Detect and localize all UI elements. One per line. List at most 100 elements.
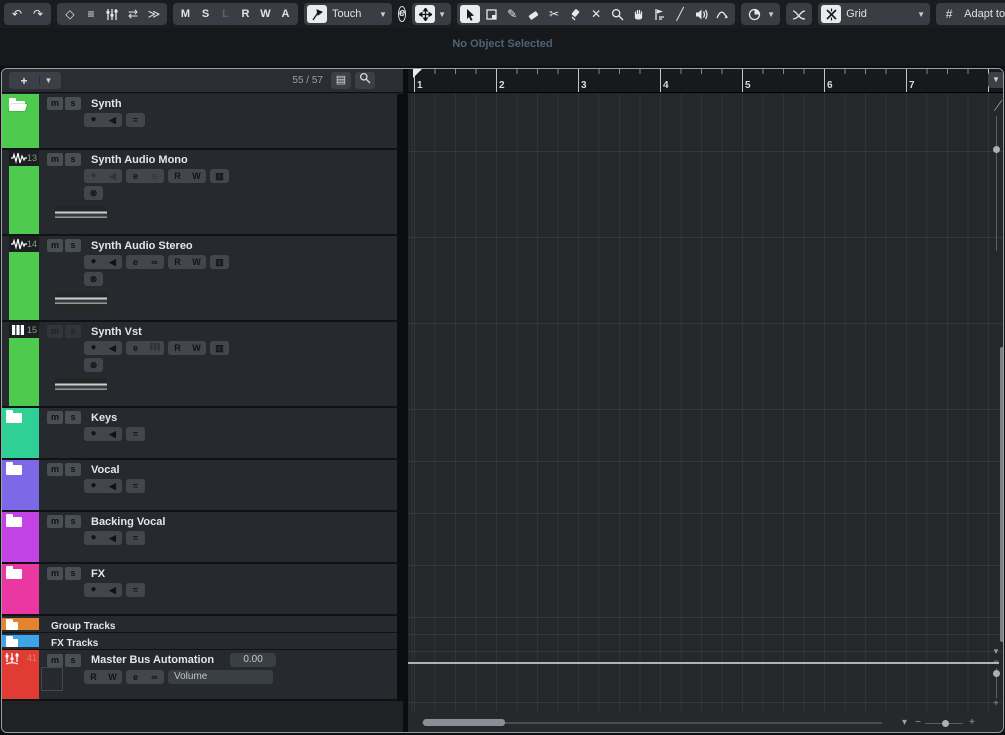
- solo-button[interactable]: s: [65, 153, 81, 166]
- snap-type-value[interactable]: Grid: [842, 8, 914, 20]
- horizontal-zoom-out-icon[interactable]: −: [915, 717, 921, 728]
- edit-instrument-button[interactable]: [145, 341, 164, 355]
- inserts-state-button[interactable]: ⊗: [84, 186, 103, 200]
- automation-curve[interactable]: [408, 662, 999, 664]
- erase-tool[interactable]: [523, 5, 543, 23]
- skip-icon[interactable]: ≫: [144, 5, 164, 23]
- expand-tracks-icon[interactable]: ⇄: [123, 5, 143, 23]
- channel-strip-button[interactable]: =: [126, 531, 145, 545]
- solo-button[interactable]: s: [65, 653, 81, 667]
- mute-button[interactable]: m: [47, 325, 63, 338]
- track-name[interactable]: Vocal: [91, 464, 120, 476]
- track-name[interactable]: Synth Audio Stereo: [91, 240, 193, 252]
- object-selection-tool[interactable]: [460, 5, 481, 23]
- mute-tool[interactable]: ✕: [586, 5, 606, 23]
- track-row-fx-tracks[interactable]: FX Tracks: [2, 633, 403, 650]
- line-tool[interactable]: ╱: [670, 5, 690, 23]
- project-cursor-flag[interactable]: [413, 69, 422, 78]
- suspend-automation-button[interactable]: A: [276, 8, 295, 20]
- listen-button[interactable]: L: [216, 8, 235, 20]
- edit-channel-button[interactable]: e: [126, 169, 145, 183]
- inserts-state-button[interactable]: ⊗: [84, 358, 103, 372]
- channel-strip-button[interactable]: =: [126, 479, 145, 493]
- glue-tool[interactable]: [565, 5, 585, 23]
- monitor-button[interactable]: ◀: [103, 255, 122, 269]
- track-row-vocal[interactable]: m s Vocal ● ◀ =: [2, 460, 403, 512]
- track-name[interactable]: Synth Vst: [91, 326, 142, 338]
- track-row-synth-audio-mono[interactable]: 13 m s Synth Audio Mono ● ◀ eo RW ▥ ⊗: [2, 150, 403, 236]
- horizontal-scrollbar-thumb[interactable]: [423, 719, 505, 726]
- waveform-zoom-slider[interactable]: [996, 116, 997, 251]
- record-enable-button[interactable]: ●: [84, 113, 103, 127]
- color-tool-icon[interactable]: [744, 5, 764, 23]
- read-automation-button[interactable]: R: [84, 670, 103, 684]
- mute-button[interactable]: m: [47, 411, 63, 424]
- automation-mode-dropdown-icon[interactable]: ▼: [377, 10, 389, 19]
- record-enable-button[interactable]: ●: [84, 479, 103, 493]
- solo-button[interactable]: s: [65, 325, 81, 338]
- track-name[interactable]: Keys: [91, 412, 117, 424]
- range-selection-tool[interactable]: [481, 5, 501, 23]
- automation-value-field[interactable]: 0.00: [230, 653, 277, 667]
- vertical-zoom-out-icon[interactable]: −: [990, 656, 1002, 666]
- mute-button[interactable]: m: [47, 239, 63, 252]
- monitor-button[interactable]: ◀: [103, 341, 122, 355]
- mute-button[interactable]: m: [47, 463, 63, 476]
- crossfade-icon[interactable]: [789, 5, 809, 23]
- snap-icon[interactable]: [821, 5, 842, 23]
- mute-button[interactable]: m: [47, 515, 63, 528]
- monitor-button[interactable]: ◀: [103, 479, 122, 493]
- folder-icon[interactable]: [6, 410, 22, 423]
- mixer-icon[interactable]: [102, 5, 122, 23]
- draw-tool[interactable]: ✎: [502, 5, 522, 23]
- track-color-strip[interactable]: [2, 460, 39, 510]
- timeline-ruler[interactable]: 1 2 3 4 5 6 7 ▼: [408, 69, 1003, 93]
- track-row-backing-vocal[interactable]: m s Backing Vocal ● ◀ =: [2, 512, 403, 564]
- track-row-master-bus-automation[interactable]: 41 m s Master Bus Automation 0.00 RW e ∞ …: [2, 650, 403, 701]
- track-color-strip[interactable]: [2, 564, 39, 614]
- channel-strip-button[interactable]: =: [126, 113, 145, 127]
- track-name[interactable]: Backing Vocal: [91, 516, 165, 528]
- track-name[interactable]: FX: [91, 568, 105, 580]
- monitor-button[interactable]: ◀: [103, 169, 122, 183]
- track-row-keys[interactable]: m s Keys ● ◀ =: [2, 408, 403, 460]
- play-tool[interactable]: [691, 5, 711, 23]
- record-enable-button[interactable]: ●: [84, 531, 103, 545]
- track-row-synth[interactable]: m s Synth ● ◀ =: [2, 94, 403, 150]
- waveform-zoom-thumb[interactable]: [993, 146, 1000, 153]
- mute-button[interactable]: m: [47, 653, 63, 667]
- find-track-icon[interactable]: [355, 72, 375, 89]
- split-tool[interactable]: ✂: [544, 5, 564, 23]
- track-name[interactable]: Synth Audio Mono: [91, 154, 188, 166]
- zoom-preset-dropdown-icon[interactable]: ▾: [902, 717, 907, 728]
- mute-button[interactable]: m: [47, 567, 63, 580]
- solo-button[interactable]: s: [65, 463, 81, 476]
- autoscroll-dropdown-icon[interactable]: ▼: [436, 10, 448, 19]
- monitor-button[interactable]: ◀: [103, 583, 122, 597]
- mute-all-button[interactable]: M: [176, 8, 195, 20]
- track-name[interactable]: Synth: [91, 98, 122, 110]
- ruler-options-icon[interactable]: ▼: [988, 72, 1003, 88]
- folder-icon[interactable]: [6, 636, 18, 647]
- monitor-button[interactable]: ◀: [103, 427, 122, 441]
- mute-button[interactable]: m: [47, 97, 63, 110]
- track-row-synth-vst[interactable]: 15 m s Synth Vst ● ◀ e RW ▥ ⊗: [2, 322, 403, 408]
- record-enable-button[interactable]: ●: [84, 583, 103, 597]
- automation-mode-icon[interactable]: [307, 5, 327, 23]
- folder-open-icon[interactable]: [9, 98, 25, 111]
- grid-type-value[interactable]: Adapt to Zoom: [960, 8, 1005, 20]
- show-lanes-button[interactable]: ▥: [210, 169, 229, 183]
- vertical-zoom-thumb[interactable]: [993, 670, 1000, 677]
- track-color-strip[interactable]: [2, 512, 39, 562]
- redo-icon[interactable]: ↷: [28, 5, 48, 23]
- record-enable-button[interactable]: ●: [84, 169, 103, 183]
- write-automation-button[interactable]: W: [187, 255, 206, 269]
- automation-panel-button[interactable]: e: [398, 6, 407, 22]
- color-tool-dropdown-icon[interactable]: ▼: [765, 10, 777, 19]
- read-automation-button[interactable]: R: [168, 255, 187, 269]
- read-automation-button[interactable]: R: [168, 341, 187, 355]
- vertical-zoom-in-icon[interactable]: +: [990, 698, 1002, 708]
- track-versions-icon[interactable]: ◇: [60, 5, 80, 23]
- edit-channel-button[interactable]: e: [126, 341, 145, 355]
- horizontal-zoom-thumb[interactable]: [942, 720, 949, 727]
